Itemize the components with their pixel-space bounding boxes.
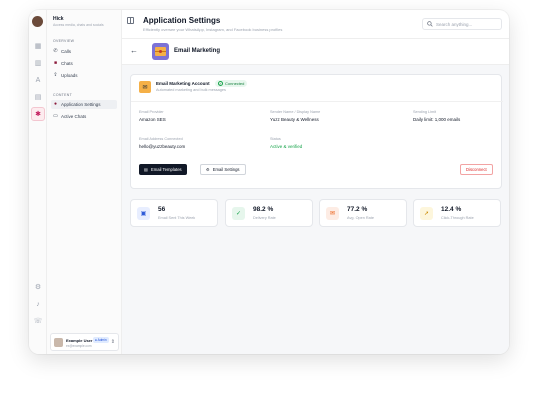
search-box[interactable]	[422, 18, 502, 30]
stat-card-emails-sent: ▣ 56 Email Sent This Week	[130, 199, 218, 227]
sidebar-item-uploads[interactable]: ⇪ Uploads	[51, 71, 117, 80]
search-icon	[427, 21, 433, 27]
sender-label: Sender Name / Display Name	[270, 110, 321, 114]
address-value: hello@yuzzbeauty.com	[139, 144, 186, 149]
page-header: Application Settings Efficiently oversee…	[122, 10, 509, 39]
back-arrow-icon[interactable]: ←	[130, 47, 138, 55]
stat-label: Email Sent This Week	[158, 216, 196, 220]
stat-value: 77.2 %	[347, 206, 368, 213]
section-label-overview: OVERVIEW	[53, 39, 75, 43]
email-marketing-icon	[152, 43, 169, 60]
sidebar-item-active-chats[interactable]: ▭ Active Chats	[51, 112, 117, 121]
chat-icon: ■	[53, 60, 58, 66]
status-label: Status	[270, 137, 281, 141]
search-input[interactable]	[436, 21, 496, 27]
sidebar-item-label: Chats	[61, 61, 73, 66]
sidebar-toggle-icon[interactable]	[127, 17, 134, 24]
stat-card-open-rate: ✉ 77.2 % Avg. Open Rate	[319, 199, 407, 227]
limit-label: Sending Limit	[413, 110, 437, 114]
gear-icon: ⚙	[206, 167, 210, 172]
main-area: Application Settings Efficiently oversee…	[122, 10, 509, 354]
stat-card-delivery-rate: ✓ 98.2 % Delivery Rate	[225, 199, 313, 227]
icon-rail: ▦ ▥ A ▤ ✱ ⚙ ♪ ☏	[29, 10, 47, 354]
app-window: ▦ ▥ A ▤ ✱ ⚙ ♪ ☏ Hick Access media, chats…	[29, 10, 509, 354]
stat-label: Avg. Open Rate	[347, 216, 374, 220]
section-label-content: CONTENT	[53, 93, 73, 97]
stat-value: 98.2 %	[253, 206, 274, 213]
gear-icon[interactable]: ⚙	[33, 282, 43, 292]
sidebar-item-chats[interactable]: ■ Chats	[51, 59, 117, 68]
check-icon: ✓	[232, 207, 245, 220]
sidebar-item-label: Application Settings	[61, 102, 101, 107]
provider-value: Amazon SES	[139, 117, 166, 122]
phone-icon: ✆	[53, 48, 58, 54]
account-title: Email Marketing Account	[156, 81, 210, 86]
disconnect-button[interactable]: Disconnect	[460, 164, 493, 175]
brand-avatar[interactable]	[32, 16, 43, 27]
sub-header: ← Email Marketing	[122, 39, 509, 65]
content-area: ← Email Marketing ✉ Email Marketing Acco…	[122, 39, 509, 354]
sidebar-item-label: Active Chats	[61, 114, 87, 119]
sidebar-item-calls[interactable]: ✆ Calls	[51, 47, 117, 56]
library-icon[interactable]: ▥	[33, 58, 43, 68]
sidebar-item-label: Uploads	[61, 73, 78, 78]
stat-card-click-through: ➚ 12.4 % Click-Through Rate	[413, 199, 501, 227]
sidebar-item-application-settings[interactable]: ● Application Settings	[51, 100, 117, 109]
provider-label: Email Provider	[139, 110, 164, 114]
email-settings-button[interactable]: ⚙ Email Settings	[200, 164, 246, 175]
disconnect-label: Disconnect	[466, 167, 487, 172]
sidebar-item-label: Calls	[61, 49, 72, 54]
page-subtitle: Efficiently oversee your WhatsApp, Insta…	[143, 27, 283, 32]
translate-icon[interactable]: A	[33, 75, 43, 85]
account-card: ✉ Email Marketing Account ✓ Connected Au…	[130, 74, 503, 189]
user-card[interactable]: Example User ● Admin ex@example.com ⇕	[50, 333, 119, 351]
user-email: ex@example.com	[66, 344, 92, 348]
stat-value: 56	[158, 206, 166, 213]
envelope-open-icon: ✉	[326, 207, 339, 220]
limit-value: Daily limit: 1,000 emails	[413, 117, 461, 122]
page-title: Application Settings	[143, 16, 221, 25]
grid-icon[interactable]: ▦	[33, 41, 43, 51]
email-templates-label: Email Templates	[150, 167, 182, 172]
sender-value: Yuzz Beauty & Wellness	[270, 117, 319, 122]
role-label: Admin	[97, 338, 107, 342]
stat-value: 12.4 %	[441, 206, 462, 213]
account-header: ✉ Email Marketing Account ✓ Connected Au…	[131, 75, 503, 102]
account-description: Automated marketing and bulk messages	[156, 88, 226, 92]
upload-icon: ⇪	[53, 72, 58, 78]
role-badge: ● Admin	[93, 337, 109, 343]
document-icon[interactable]: ▤	[33, 92, 43, 102]
avatar	[54, 338, 63, 347]
check-circle-icon: ✓	[218, 81, 223, 86]
settings-nav-icon[interactable]: ✱	[31, 107, 45, 121]
address-label: Email Address Connected	[139, 137, 183, 141]
status-value: Active & verified	[270, 144, 303, 149]
section-title: Email Marketing	[174, 48, 221, 54]
stat-label: Delivery Rate	[253, 216, 276, 220]
envelope-icon: ✉	[139, 81, 151, 93]
email-templates-button[interactable]: ▤ Email Templates	[139, 164, 187, 175]
cursor-icon: ➚	[420, 207, 433, 220]
stat-label: Click-Through Rate	[441, 216, 474, 220]
bell-icon[interactable]: ♪	[33, 299, 43, 309]
brand-name: Hick	[53, 16, 64, 22]
settings-icon: ●	[53, 101, 58, 107]
status-badge-label: Connected	[225, 81, 245, 86]
user-name: Example User	[66, 338, 93, 343]
status-badge: ✓ Connected	[215, 80, 248, 87]
brand-subtitle: Access media, chats and socials	[53, 23, 104, 27]
sidebar: Hick Access media, chats and socials OVE…	[47, 10, 122, 354]
mail-icon: ▣	[137, 207, 150, 220]
template-icon: ▤	[144, 167, 148, 172]
chevron-updown-icon[interactable]: ⇕	[111, 339, 115, 345]
support-icon[interactable]: ☏	[33, 316, 43, 326]
email-settings-label: Email Settings	[212, 167, 240, 172]
chat-icon: ▭	[53, 113, 58, 119]
